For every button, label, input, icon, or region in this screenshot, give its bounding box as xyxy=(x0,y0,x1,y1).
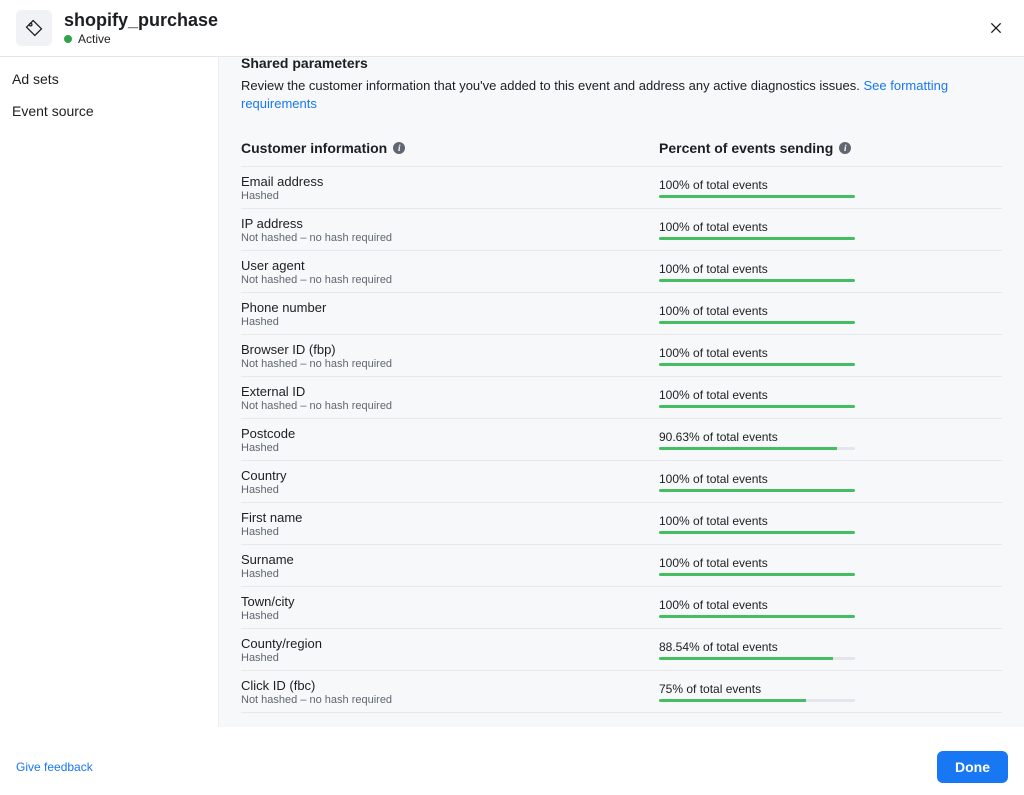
table-row: Town/cityHashed100% of total events xyxy=(241,586,1002,628)
progress-bar xyxy=(659,195,855,198)
table-row: Email addressHashed100% of total events xyxy=(241,166,1002,208)
parameter-name: Postcode xyxy=(241,426,659,441)
percent-label: 100% of total events xyxy=(659,556,942,570)
progress-bar xyxy=(659,489,855,492)
parameter-hash-status: Hashed xyxy=(241,316,659,328)
table-row: County/regionHashed88.54% of total event… xyxy=(241,628,1002,670)
percent-label: 100% of total events xyxy=(659,304,942,318)
progress-bar xyxy=(659,363,855,366)
table-row: User agentNot hashed – no hash required1… xyxy=(241,250,1002,292)
percent-label: 100% of total events xyxy=(659,178,942,192)
status-dot-icon xyxy=(64,35,72,43)
parameter-hash-status: Hashed xyxy=(241,442,659,454)
table-row: SurnameHashed100% of total events xyxy=(241,544,1002,586)
table-row: Click ID (fbc)Not hashed – no hash requi… xyxy=(241,670,1002,713)
table-row: CountryHashed100% of total events xyxy=(241,460,1002,502)
main-panel: Shared parameters Review the customer in… xyxy=(218,57,1024,727)
parameter-name: Country xyxy=(241,468,659,483)
parameter-name: Browser ID (fbp) xyxy=(241,342,659,357)
percent-label: 100% of total events xyxy=(659,388,942,402)
percent-label: 100% of total events xyxy=(659,346,942,360)
close-icon xyxy=(988,20,1004,36)
percent-label: 75% of total events xyxy=(659,682,942,696)
parameter-hash-status: Not hashed – no hash required xyxy=(241,358,659,370)
info-icon[interactable]: i xyxy=(393,142,405,154)
progress-bar xyxy=(659,447,855,450)
parameter-hash-status: Not hashed – no hash required xyxy=(241,274,659,286)
progress-bar xyxy=(659,615,855,618)
customer-info-table: Customer information i Percent of events… xyxy=(241,134,1002,713)
progress-bar xyxy=(659,237,855,240)
parameter-hash-status: Hashed xyxy=(241,526,659,538)
table-row: First nameHashed100% of total events xyxy=(241,502,1002,544)
table-row: Browser ID (fbp)Not hashed – no hash req… xyxy=(241,334,1002,376)
table-row: External IDNot hashed – no hash required… xyxy=(241,376,1002,418)
percent-label: 100% of total events xyxy=(659,220,942,234)
parameter-name: External ID xyxy=(241,384,659,399)
table-row: PostcodeHashed90.63% of total events xyxy=(241,418,1002,460)
percent-label: 100% of total events xyxy=(659,514,942,528)
tag-icon xyxy=(16,10,52,46)
event-title: shopify_purchase xyxy=(64,10,218,31)
parameter-hash-status: Hashed xyxy=(241,610,659,622)
percent-label: 100% of total events xyxy=(659,262,942,276)
percent-label: 100% of total events xyxy=(659,472,942,486)
progress-bar xyxy=(659,657,855,660)
progress-bar xyxy=(659,573,855,576)
modal-header: shopify_purchase Active xyxy=(0,0,1024,57)
sidebar: Ad sets Event source xyxy=(0,57,218,727)
section-title: Shared parameters xyxy=(241,57,1002,71)
parameter-name: Town/city xyxy=(241,594,659,609)
modal-footer: Give feedback Done xyxy=(0,739,1024,795)
status-label: Active xyxy=(78,32,111,46)
sidebar-item-eventsource[interactable]: Event source xyxy=(0,95,218,127)
progress-bar xyxy=(659,531,855,534)
parameter-hash-status: Hashed xyxy=(241,190,659,202)
parameter-name: Surname xyxy=(241,552,659,567)
parameter-hash-status: Not hashed – no hash required xyxy=(241,232,659,244)
sidebar-item-adsets[interactable]: Ad sets xyxy=(0,63,218,95)
info-icon[interactable]: i xyxy=(839,142,851,154)
table-row: IP addressNot hashed – no hash required1… xyxy=(241,208,1002,250)
parameter-name: IP address xyxy=(241,216,659,231)
section-description: Review the customer information that you… xyxy=(241,77,1002,112)
parameter-name: First name xyxy=(241,510,659,525)
parameter-name: User agent xyxy=(241,258,659,273)
close-button[interactable] xyxy=(982,14,1010,42)
column-header-percent: Percent of events sending i xyxy=(659,140,1002,156)
status-badge: Active xyxy=(64,32,218,46)
column-header-customer-info: Customer information i xyxy=(241,140,659,156)
parameter-name: Email address xyxy=(241,174,659,189)
table-row: Phone numberHashed100% of total events xyxy=(241,292,1002,334)
progress-bar xyxy=(659,321,855,324)
parameter-hash-status: Hashed xyxy=(241,484,659,496)
percent-label: 88.54% of total events xyxy=(659,640,942,654)
percent-label: 90.63% of total events xyxy=(659,430,942,444)
progress-bar xyxy=(659,279,855,282)
done-button[interactable]: Done xyxy=(937,751,1008,783)
progress-bar xyxy=(659,405,855,408)
parameter-hash-status: Not hashed – no hash required xyxy=(241,400,659,412)
parameter-name: Click ID (fbc) xyxy=(241,678,659,693)
give-feedback-link[interactable]: Give feedback xyxy=(16,760,93,774)
parameter-hash-status: Not hashed – no hash required xyxy=(241,694,659,706)
parameter-name: County/region xyxy=(241,636,659,651)
progress-bar xyxy=(659,699,855,702)
percent-label: 100% of total events xyxy=(659,598,942,612)
parameter-hash-status: Hashed xyxy=(241,652,659,664)
parameter-hash-status: Hashed xyxy=(241,568,659,580)
parameter-name: Phone number xyxy=(241,300,659,315)
